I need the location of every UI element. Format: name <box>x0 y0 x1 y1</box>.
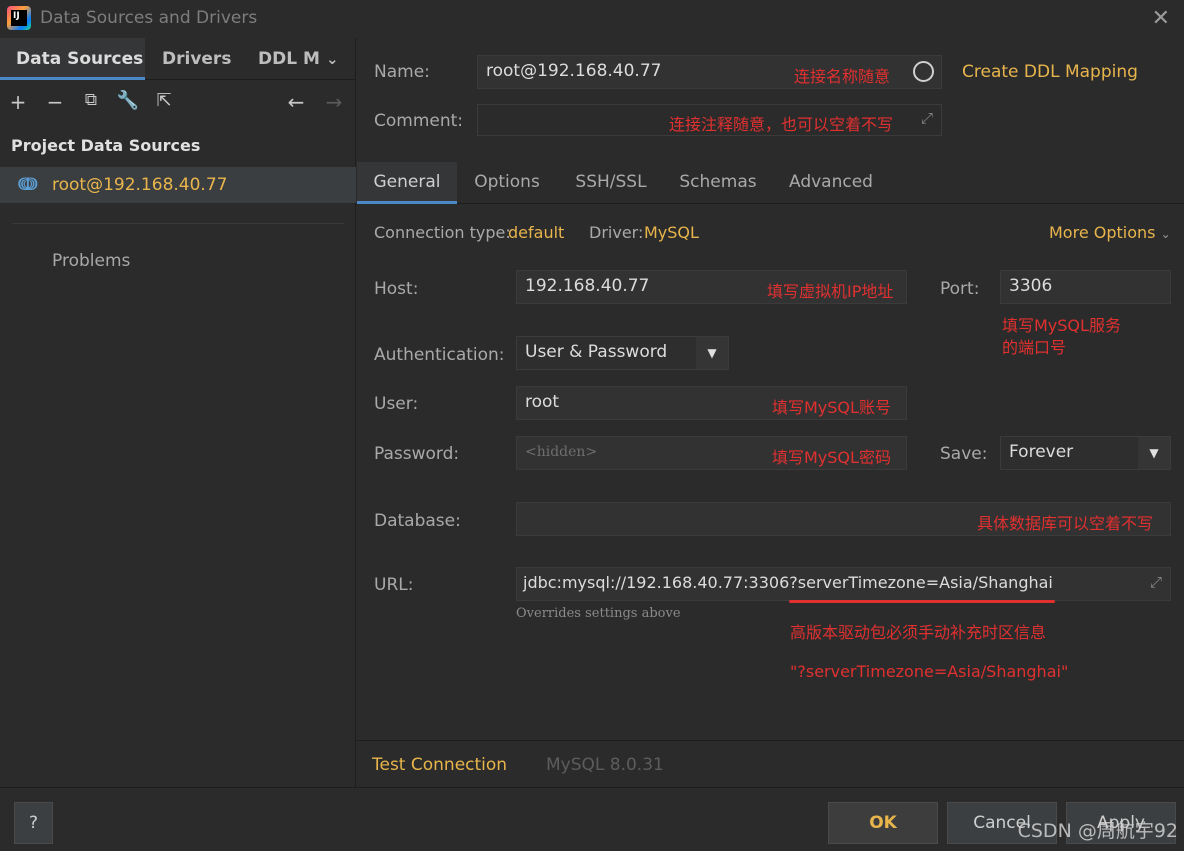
right-panel: Name: root@192.168.40.77 连接名称随意 Create D… <box>357 38 1184 787</box>
user-input[interactable]: root 填写MySQL账号 <box>516 386 907 420</box>
expand-icon[interactable]: ⤢ <box>921 109 933 127</box>
left-tabs: Data Sources Drivers DDL M ⌄ <box>0 38 355 80</box>
test-connection-bar: Test Connection MySQL 8.0.31 <box>357 740 1184 787</box>
tab-data-sources[interactable]: Data Sources <box>0 38 145 80</box>
authentication-label: Authentication: <box>374 345 505 365</box>
duplicate-icon[interactable]: ⧉ <box>79 90 103 110</box>
save-label: Save: <box>940 444 988 464</box>
dropdown-arrow-icon[interactable]: ▼ <box>696 337 728 369</box>
ok-button[interactable]: OK <box>828 802 938 844</box>
name-value: root@192.168.40.77 <box>486 61 662 81</box>
go-to-icon[interactable]: ⇱ <box>152 90 176 111</box>
connection-type-value[interactable]: default <box>508 223 564 242</box>
left-panel: Data Sources Drivers DDL M ⌄ + − ⧉ 🔧 ⇱ ←… <box>0 38 356 787</box>
test-connection-link[interactable]: Test Connection <box>372 755 507 775</box>
url-hint: Overrides settings above <box>516 606 681 621</box>
host-input[interactable]: 192.168.40.77 填写虚拟机IP地址 <box>516 270 907 304</box>
name-label: Name: <box>374 62 430 82</box>
more-options-label: More Options <box>1049 223 1156 242</box>
url-label: URL: <box>374 575 414 595</box>
remove-icon[interactable]: − <box>43 90 67 114</box>
create-ddl-mapping-link[interactable]: Create DDL Mapping <box>962 62 1138 82</box>
port-value: 3306 <box>1009 276 1053 296</box>
problems-item[interactable]: Problems <box>52 251 130 271</box>
settings-tabs: General Options SSH/SSL Schemas Advanced <box>357 162 1184 204</box>
dialog-footer: ? OK Cancel Apply CSDN @周航宇92 <box>0 787 1184 851</box>
more-options-link[interactable]: More Options ⌄ <box>1049 223 1171 242</box>
authentication-value: User & Password <box>525 342 668 362</box>
csdn-watermark: CSDN @周航宇92 <box>1017 820 1178 842</box>
tab-options[interactable]: Options <box>469 162 545 204</box>
left-toolbar: + − ⧉ 🔧 ⇱ ← → <box>0 80 355 124</box>
forward-arrow-icon[interactable]: → <box>322 90 346 114</box>
chevron-down-icon: ⌄ <box>1160 227 1171 241</box>
driver-label: Driver: <box>589 223 644 242</box>
password-placeholder: <hidden> <box>525 444 598 460</box>
password-annotation: 填写MySQL密码 <box>772 448 891 467</box>
back-arrow-icon[interactable]: ← <box>284 90 308 114</box>
title-bar: IJ Data Sources and Drivers ✕ <box>0 0 1184 38</box>
port-input[interactable]: 3306 <box>1000 270 1171 304</box>
url-input[interactable]: jdbc:mysql://192.168.40.77:3306?serverTi… <box>516 567 1171 601</box>
user-label: User: <box>374 394 419 414</box>
section-title: Project Data Sources <box>11 136 201 155</box>
authentication-select[interactable]: User & Password ▼ <box>516 336 729 370</box>
database-input[interactable]: 具体数据库可以空着不写 <box>516 502 1171 536</box>
annotation-underline <box>789 600 1055 603</box>
save-select[interactable]: Forever ▼ <box>1000 436 1171 470</box>
expand-icon[interactable]: ⤢ <box>1150 573 1162 591</box>
driver-value[interactable]: MySQL <box>644 223 699 242</box>
datasource-label: root@192.168.40.77 <box>52 175 228 195</box>
window-title: Data Sources and Drivers <box>40 8 258 28</box>
password-label: Password: <box>374 444 460 464</box>
chevron-down-icon[interactable]: ⌄ <box>326 38 339 80</box>
comment-label: Comment: <box>374 111 464 131</box>
tab-general[interactable]: General <box>357 162 457 204</box>
port-label: Port: <box>940 279 980 299</box>
tab-drivers[interactable]: Drivers <box>162 38 231 80</box>
close-icon[interactable]: ✕ <box>1152 6 1170 31</box>
color-circle-icon[interactable] <box>913 61 934 82</box>
database-annotation: 具体数据库可以空着不写 <box>977 514 1154 533</box>
datasource-item[interactable]: ↈ root@192.168.40.77 <box>0 167 356 203</box>
host-annotation: 填写虚拟机IP地址 <box>767 282 894 301</box>
wrench-icon[interactable]: 🔧 <box>116 90 140 111</box>
add-icon[interactable]: + <box>6 90 30 114</box>
url-annotation-line1: 高版本驱动包必须手动补充时区信息 <box>790 623 1047 642</box>
port-annotation-line1: 填写MySQL服务 <box>1002 316 1121 335</box>
port-annotation-line2: 的端口号 <box>1002 338 1067 357</box>
save-value: Forever <box>1009 442 1074 462</box>
intellij-logo-icon: IJ <box>7 6 31 30</box>
tab-ddl-mappings[interactable]: DDL M <box>258 38 320 80</box>
divider <box>12 223 344 224</box>
url-annotation-line2: "?serverTimezone=Asia/Shanghai" <box>790 662 1069 681</box>
mysql-dolphin-icon: ↈ <box>18 174 38 195</box>
connection-type-label: Connection type: <box>374 223 511 242</box>
url-value: jdbc:mysql://192.168.40.77:3306?serverTi… <box>523 573 1053 592</box>
name-annotation: 连接名称随意 <box>794 67 891 86</box>
tab-advanced[interactable]: Advanced <box>783 162 879 204</box>
host-value: 192.168.40.77 <box>525 276 650 296</box>
comment-annotation: 连接注释随意，也可以空着不写 <box>669 115 894 134</box>
user-value: root <box>525 392 560 412</box>
help-button[interactable]: ? <box>14 802 53 844</box>
tab-ssh-ssl[interactable]: SSH/SSL <box>569 162 653 204</box>
host-label: Host: <box>374 279 419 299</box>
password-input[interactable]: <hidden> 填写MySQL密码 <box>516 436 907 470</box>
database-label: Database: <box>374 511 461 531</box>
dropdown-arrow-icon[interactable]: ▼ <box>1138 437 1170 469</box>
tab-schemas[interactable]: Schemas <box>675 162 761 204</box>
user-annotation: 填写MySQL账号 <box>772 398 891 417</box>
name-input[interactable]: root@192.168.40.77 连接名称随意 <box>477 55 942 89</box>
comment-input[interactable]: 连接注释随意，也可以空着不写 ⤢ <box>477 104 942 136</box>
mysql-version: MySQL 8.0.31 <box>546 755 664 775</box>
